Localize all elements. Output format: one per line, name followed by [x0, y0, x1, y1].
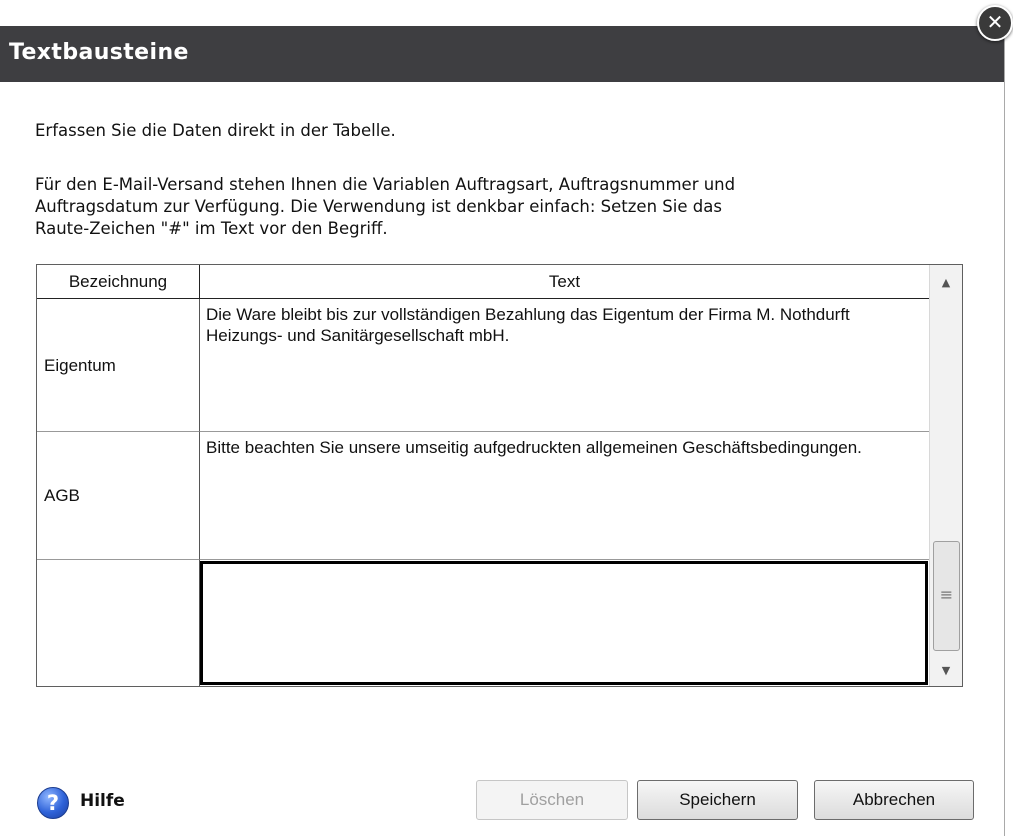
variables-help-text: Für den E-Mail-Versand stehen Ihnen die …	[35, 175, 736, 238]
intro-text: Erfassen Sie die Daten direkt in der Tab…	[35, 121, 396, 140]
column-header-text[interactable]: Text	[200, 265, 930, 299]
vertical-scrollbar[interactable]: ▲ ≡ ▼	[929, 265, 962, 686]
save-button[interactable]: Speichern	[637, 780, 798, 820]
new-row-text-editor[interactable]	[200, 561, 928, 685]
scrollbar-grip-icon: ≡	[939, 585, 954, 604]
new-row-bezeichnung-cell[interactable]	[37, 560, 200, 686]
close-icon[interactable]: ✕	[977, 5, 1013, 41]
help-icon[interactable]: ?	[37, 787, 69, 819]
column-header-bezeichnung[interactable]: Bezeichnung	[37, 265, 200, 299]
row-2-text-cell[interactable]: Bitte beachten Sie unsere umseitig aufge…	[200, 432, 930, 560]
row-1-text-cell[interactable]: Die Ware bleibt bis zur vollständigen Be…	[200, 299, 930, 432]
dialog-title: Textbausteine	[9, 40, 189, 65]
text-blocks-table: Bezeichnung Text Eigentum Die Ware bleib…	[36, 264, 963, 687]
cancel-button[interactable]: Abbrechen	[814, 780, 974, 820]
delete-button[interactable]: Löschen	[476, 780, 628, 820]
row-1-bezeichnung-cell[interactable]: Eigentum	[37, 299, 200, 432]
scroll-down-arrow-icon[interactable]: ▼	[930, 659, 962, 683]
title-bar[interactable]: Textbausteine	[0, 26, 1004, 82]
help-label[interactable]: Hilfe	[80, 791, 125, 811]
scroll-up-arrow-icon[interactable]: ▲	[930, 271, 962, 295]
dialog-window: Textbausteine Erfassen Sie die Daten dir…	[0, 26, 1005, 836]
scrollbar-thumb[interactable]: ≡	[933, 541, 960, 651]
row-2-bezeichnung-cell[interactable]: AGB	[37, 432, 200, 560]
